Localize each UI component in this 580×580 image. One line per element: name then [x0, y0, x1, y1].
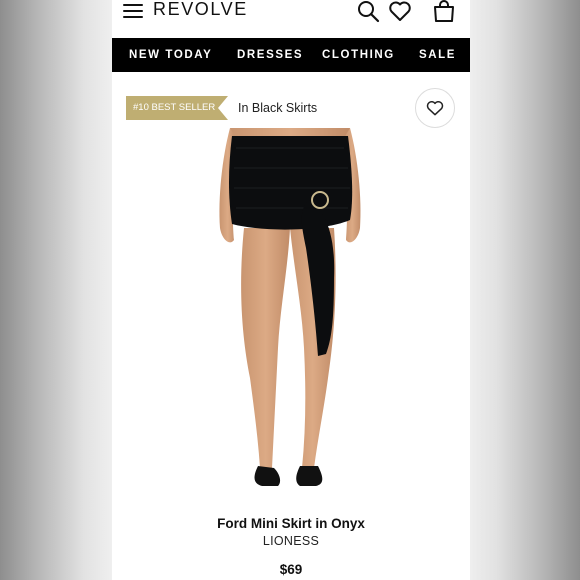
- nav-item-sale[interactable]: SALE: [419, 49, 456, 61]
- product-name[interactable]: Ford Mini Skirt in Onyx: [112, 516, 470, 531]
- background-right: [468, 0, 580, 580]
- nav-item-new-today[interactable]: NEW TODAY: [129, 49, 212, 61]
- category-nav: NEW TODAY DRESSES CLOTHING SALE: [112, 38, 470, 72]
- product-image[interactable]: [112, 128, 470, 500]
- product-price: $69: [279, 562, 303, 577]
- brand-name[interactable]: LIONESS: [112, 534, 470, 548]
- nav-item-dresses[interactable]: DRESSES: [237, 49, 303, 61]
- wishlist-button[interactable]: [415, 88, 455, 128]
- background-left: [0, 0, 112, 580]
- top-bar: REVOLVE: [112, 0, 470, 38]
- shopping-bag-icon[interactable]: [432, 0, 456, 23]
- best-seller-badge: #10 BEST SELLER: [126, 96, 228, 120]
- best-seller-label: #10 BEST SELLER: [133, 102, 216, 113]
- category-link[interactable]: In Black Skirts: [238, 101, 317, 115]
- site-logo[interactable]: REVOLVE: [153, 0, 248, 20]
- menu-icon[interactable]: [123, 4, 143, 18]
- product-page: REVOLVE NEW TODAY DRESSES CLOTHING SALE: [112, 0, 470, 580]
- heart-outline-icon: [426, 101, 444, 116]
- nav-item-clothing[interactable]: CLOTHING: [322, 49, 395, 61]
- heart-icon[interactable]: [388, 0, 412, 23]
- search-icon[interactable]: [356, 0, 380, 23]
